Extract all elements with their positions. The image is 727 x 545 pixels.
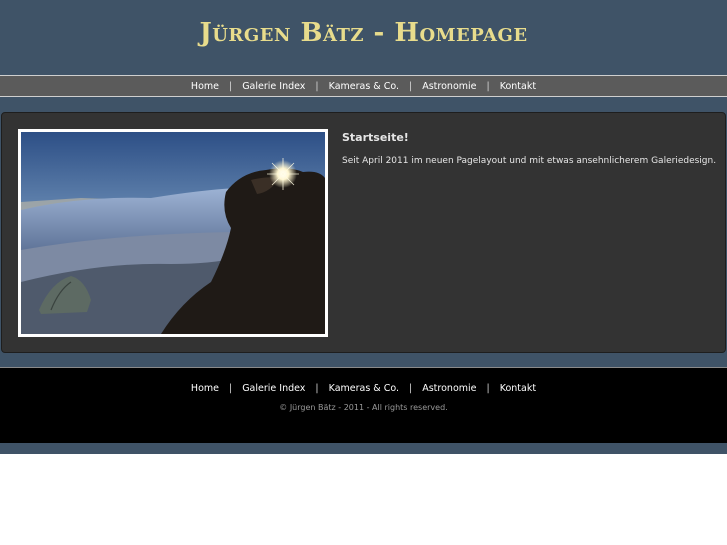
- footer-nav-separator: |: [409, 383, 413, 394]
- page-heading: Startseite!: [342, 131, 409, 144]
- nav-separator: |: [228, 80, 233, 92]
- nav-separator: |: [486, 80, 490, 92]
- nav-home-link[interactable]: Home: [191, 81, 219, 92]
- footer-kontakt-link[interactable]: Kontakt: [500, 383, 536, 394]
- nav-separator: |: [315, 80, 319, 92]
- mountain-sunrise-photo: [21, 132, 325, 334]
- footer-astronomie-link[interactable]: Astronomie: [422, 383, 476, 394]
- copyright-text: © Jürgen Bätz - 2011 - All rights reserv…: [279, 403, 448, 412]
- nav-kameras-link[interactable]: Kameras & Co.: [329, 81, 399, 92]
- footer-home-link[interactable]: Home: [191, 383, 219, 394]
- footer-nav-separator: |: [486, 383, 490, 394]
- nav-astronomie-link[interactable]: Astronomie: [422, 81, 476, 92]
- nav-kontakt-link[interactable]: Kontakt: [500, 81, 536, 92]
- top-navigation: Home | Galerie Index | Kameras & Co. | A…: [0, 75, 727, 97]
- footer-nav-separator: |: [228, 383, 233, 394]
- nav-separator: |: [409, 80, 413, 92]
- nav-galerie-index-link[interactable]: Galerie Index: [242, 81, 305, 92]
- footer-nav-separator: |: [315, 383, 319, 394]
- footer-navigation: Home | Galerie Index | Kameras & Co. | A…: [0, 383, 727, 394]
- footer: Home | Galerie Index | Kameras & Co. | A…: [0, 367, 727, 443]
- site-title: Jürgen Bätz - Homepage: [199, 18, 528, 48]
- footer-kameras-link[interactable]: Kameras & Co.: [329, 383, 399, 394]
- intro-text: Seit April 2011 im neuen Pagelayout und …: [342, 156, 717, 166]
- footer-galerie-index-link[interactable]: Galerie Index: [242, 383, 305, 394]
- featured-photo: [18, 129, 328, 337]
- content-panel: Startseite! Seit April 2011 im neuen Pag…: [1, 112, 726, 353]
